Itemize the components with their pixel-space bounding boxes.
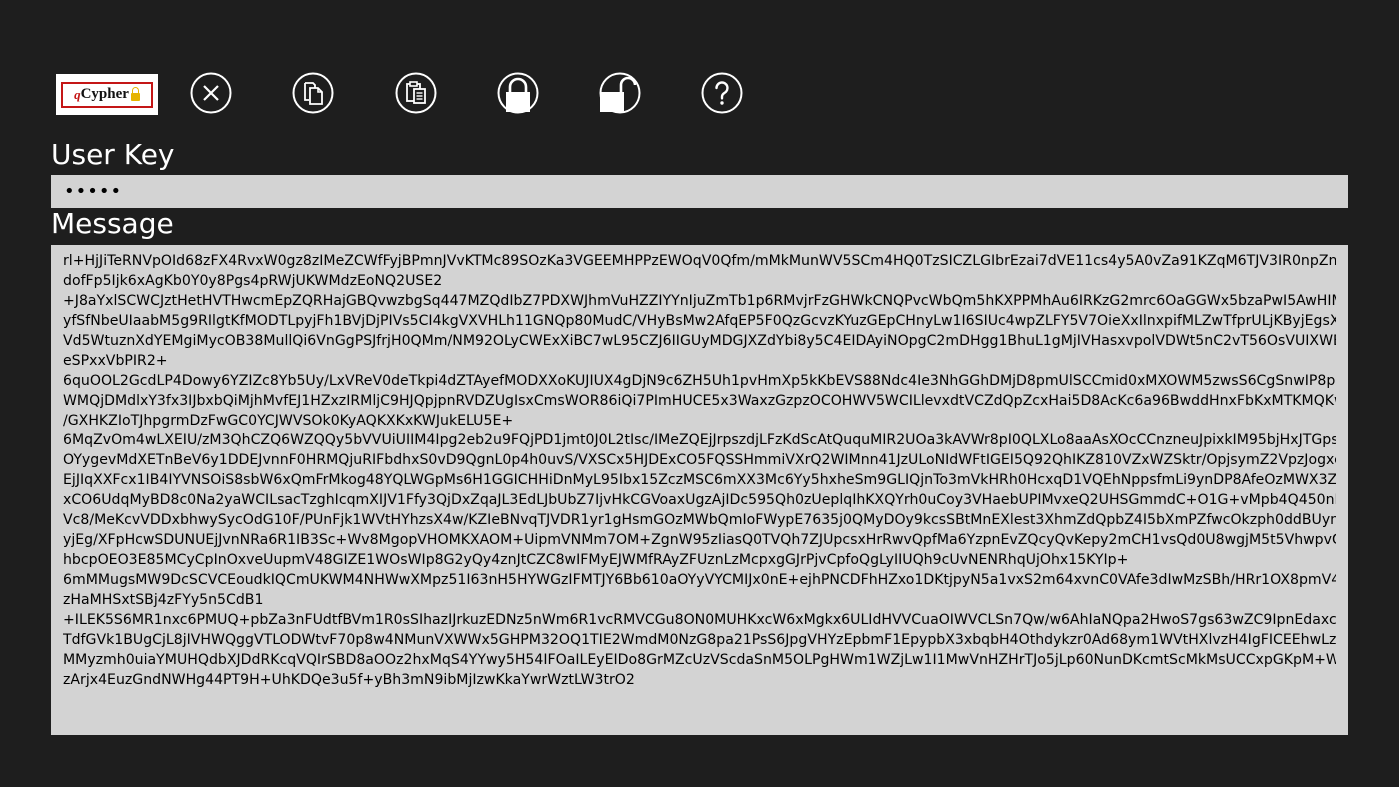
clipboard-icon bbox=[395, 72, 437, 114]
message-line: yfSfNbeUIaabM5g9RIlgtKfMODTLpyjFh1BVjDjP… bbox=[63, 312, 1336, 329]
close-circle-icon bbox=[190, 72, 232, 114]
message-line: +ILEK5S6MR1nxc6PMUQ+pbZa3nFUdtfBVm1R0sSI… bbox=[63, 611, 1336, 628]
message-line: xCO6UdqMyBD8c0Na2yaWCILsacTzghIcqmXIJV1F… bbox=[63, 492, 1336, 509]
message-line: OYygevMdXETnBeV6y1DDEJvnnF0HRMQjuRIFbdhx… bbox=[63, 452, 1336, 469]
message-line: TdfGVk1BUgCjL8jIVHWQggVTLODWtvF70p8w4NMu… bbox=[63, 631, 1336, 648]
qcypher-logo: q Cypher bbox=[56, 74, 158, 115]
message-textarea[interactable]: rl+HjJiTeRNVpOId68zFX4RvxW0gz8zIMeZCWfFy… bbox=[51, 245, 1348, 735]
lock-icon bbox=[497, 72, 539, 114]
message-line: WMQjDMdlxY3fx3IJbxbQiMjhMvfEJ1HZxzIRMljC… bbox=[63, 392, 1336, 409]
help-button[interactable] bbox=[699, 70, 745, 116]
message-line: Vc8/MeKcvVDDxbhwySycOdG10F/PUnFjk1WVtHYh… bbox=[63, 512, 1336, 529]
message-line: Vd5WtuznXdYEMgiMycOB38MullQi6VnGgPSJfrjH… bbox=[63, 332, 1336, 349]
message-line: zArjx4EuzGndNWHg44PT9H+UhKDQe3u5f+yBh3mN… bbox=[63, 671, 635, 688]
message-line: hbcpOEO3E85MCyCpInOxveUupmV48GIZE1WOsWIp… bbox=[63, 552, 1129, 569]
message-line: dofFp5Ijk6xAgKb0Y0y8Pgs4pRWjUKWMdzEoNQ2U… bbox=[63, 272, 443, 289]
message-line: +J8aYxlSCWCJztHetHVTHwcmEpZQRHajGBQvwzbg… bbox=[63, 292, 1336, 309]
message-line: zHaMHSxtSBj4zFYy5n5CdB1 bbox=[63, 591, 264, 608]
logo-wordmark: q Cypher bbox=[61, 81, 153, 108]
user-key-label: User Key bbox=[51, 138, 175, 171]
paste-button[interactable] bbox=[393, 70, 439, 116]
unlock-icon bbox=[599, 72, 641, 114]
help-icon bbox=[701, 72, 743, 114]
message-line: eSPxxVbPIR2+ bbox=[63, 352, 168, 369]
message-line: 6MqZvOm4wLXEIU/zM3QhCZQ6WZQQy5bVVUiUIIM4… bbox=[63, 432, 1336, 449]
user-key-field[interactable] bbox=[51, 175, 1348, 208]
message-line: 6quOOL2GcdLP4Dowy6YZIZc8Yb5Uy/LxVReV0deT… bbox=[63, 372, 1336, 389]
copy-button[interactable] bbox=[290, 70, 336, 116]
message-line: EjJIqXXFcx1IB4IYVNSOiS8sbW6xQmFrMkog48YQ… bbox=[63, 472, 1336, 489]
message-line: /GXHKZIoTJhpgrmDzFwGC0YCJWVSOk0KyAQKXKxK… bbox=[63, 412, 514, 429]
message-line: rl+HjJiTeRNVpOId68zFX4RvxW0gz8zIMeZCWfFy… bbox=[63, 253, 1336, 269]
message-line: yjEg/XFpHcwSDUNUEjJvnNRa6R1IB3Sc+Wv8Mgop… bbox=[63, 532, 1336, 549]
clear-button[interactable] bbox=[188, 70, 234, 116]
decrypt-button[interactable] bbox=[597, 70, 643, 116]
copy-icon bbox=[292, 72, 334, 114]
logo-text: Cypher bbox=[80, 86, 129, 102]
app-window: q Cypher User Key ••••• Message rl+HjJiT… bbox=[0, 0, 1399, 787]
message-line: 6mMMugsMW9DcSCVCEoudkIQCmUKWM4NHWwXMpz51… bbox=[63, 572, 1336, 588]
message-line: MMyzmh0uiaYMUHQdbXJDdRKcqVQIrSBD8aOOz2hx… bbox=[63, 651, 1336, 668]
padlock-icon bbox=[130, 86, 140, 101]
encrypt-button[interactable] bbox=[495, 70, 541, 116]
message-label: Message bbox=[51, 207, 174, 240]
